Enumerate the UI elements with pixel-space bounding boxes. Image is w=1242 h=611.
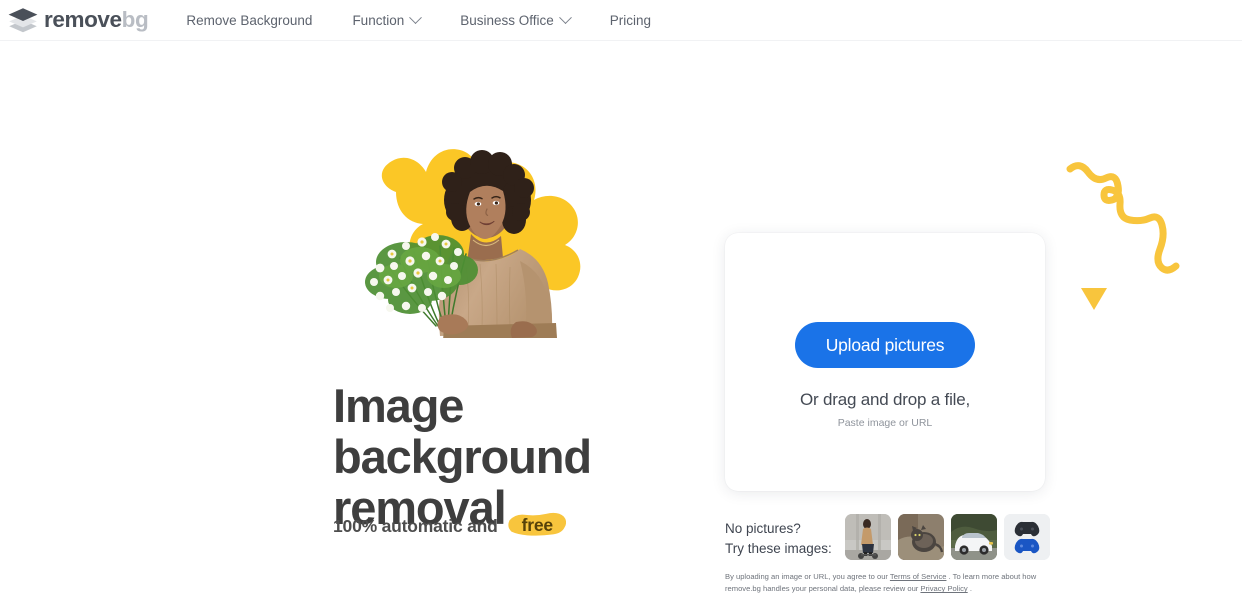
headline-line-1: Image bbox=[333, 379, 464, 433]
sample-game-controllers[interactable] bbox=[1003, 514, 1050, 560]
nav-item-remove-background[interactable]: Remove Background bbox=[186, 13, 312, 28]
nav-item-business-office[interactable]: Business Office bbox=[460, 10, 572, 28]
logo[interactable]: removebg bbox=[6, 0, 149, 40]
free-label: free bbox=[521, 515, 554, 535]
nav-item-function[interactable]: Function bbox=[352, 10, 423, 28]
main-nav: Remove Background Function Business Offi… bbox=[186, 0, 651, 40]
sample-label-line-1: No pictures? bbox=[725, 521, 801, 536]
chevron-down-icon bbox=[409, 10, 423, 24]
sample-images-label: No pictures? Try these images: bbox=[725, 514, 832, 558]
nav-label: Business Office bbox=[460, 12, 554, 28]
sample-thumbnail-list bbox=[844, 514, 1050, 560]
legal-disclaimer: By uploading an image or URL, you agree … bbox=[725, 571, 1037, 596]
hero-image bbox=[334, 130, 634, 338]
drag-drop-text: Or drag and drop a file, bbox=[799, 390, 971, 409]
upload-pictures-button[interactable]: Upload pictures bbox=[795, 322, 975, 368]
terms-of-service-link[interactable]: Terms of Service bbox=[890, 572, 947, 581]
decorative-squiggle bbox=[1058, 155, 1218, 330]
paste-url-text[interactable]: Paste image or URL bbox=[838, 417, 933, 429]
logo-text-primary: remove bbox=[44, 6, 122, 32]
page-title: Image background removal bbox=[333, 380, 663, 533]
legal-text-part-3: . bbox=[967, 584, 972, 594]
nav-label: Remove Background bbox=[186, 12, 313, 28]
subtitle: 100% automatic and free bbox=[333, 512, 566, 540]
free-badge: free bbox=[507, 512, 566, 540]
privacy-policy-link[interactable]: Privacy Policy bbox=[920, 584, 967, 593]
nav-item-pricing[interactable]: Pricing bbox=[610, 13, 651, 28]
sample-person-scooter[interactable] bbox=[844, 514, 891, 560]
legal-text-part-1: By uploading an image or URL, you agree … bbox=[725, 572, 890, 581]
sample-white-car[interactable] bbox=[950, 514, 997, 560]
sample-label-line-2: Try these images: bbox=[725, 540, 832, 556]
nav-label: Function bbox=[352, 12, 405, 28]
layers-icon bbox=[6, 7, 44, 33]
sample-cat[interactable] bbox=[897, 514, 944, 560]
upload-card: Upload pictures Or drag and drop a file,… bbox=[725, 233, 1045, 491]
subtitle-text: 100% automatic and bbox=[333, 515, 498, 536]
logo-text-secondary: bg bbox=[121, 6, 149, 32]
site-header: removebg Remove Background Function Busi… bbox=[0, 0, 1242, 41]
chevron-down-icon bbox=[558, 10, 572, 24]
nav-label: Pricing bbox=[609, 12, 652, 28]
headline-line-2: background bbox=[333, 430, 592, 484]
sample-images-section: No pictures? Try these images: bbox=[725, 514, 1050, 560]
